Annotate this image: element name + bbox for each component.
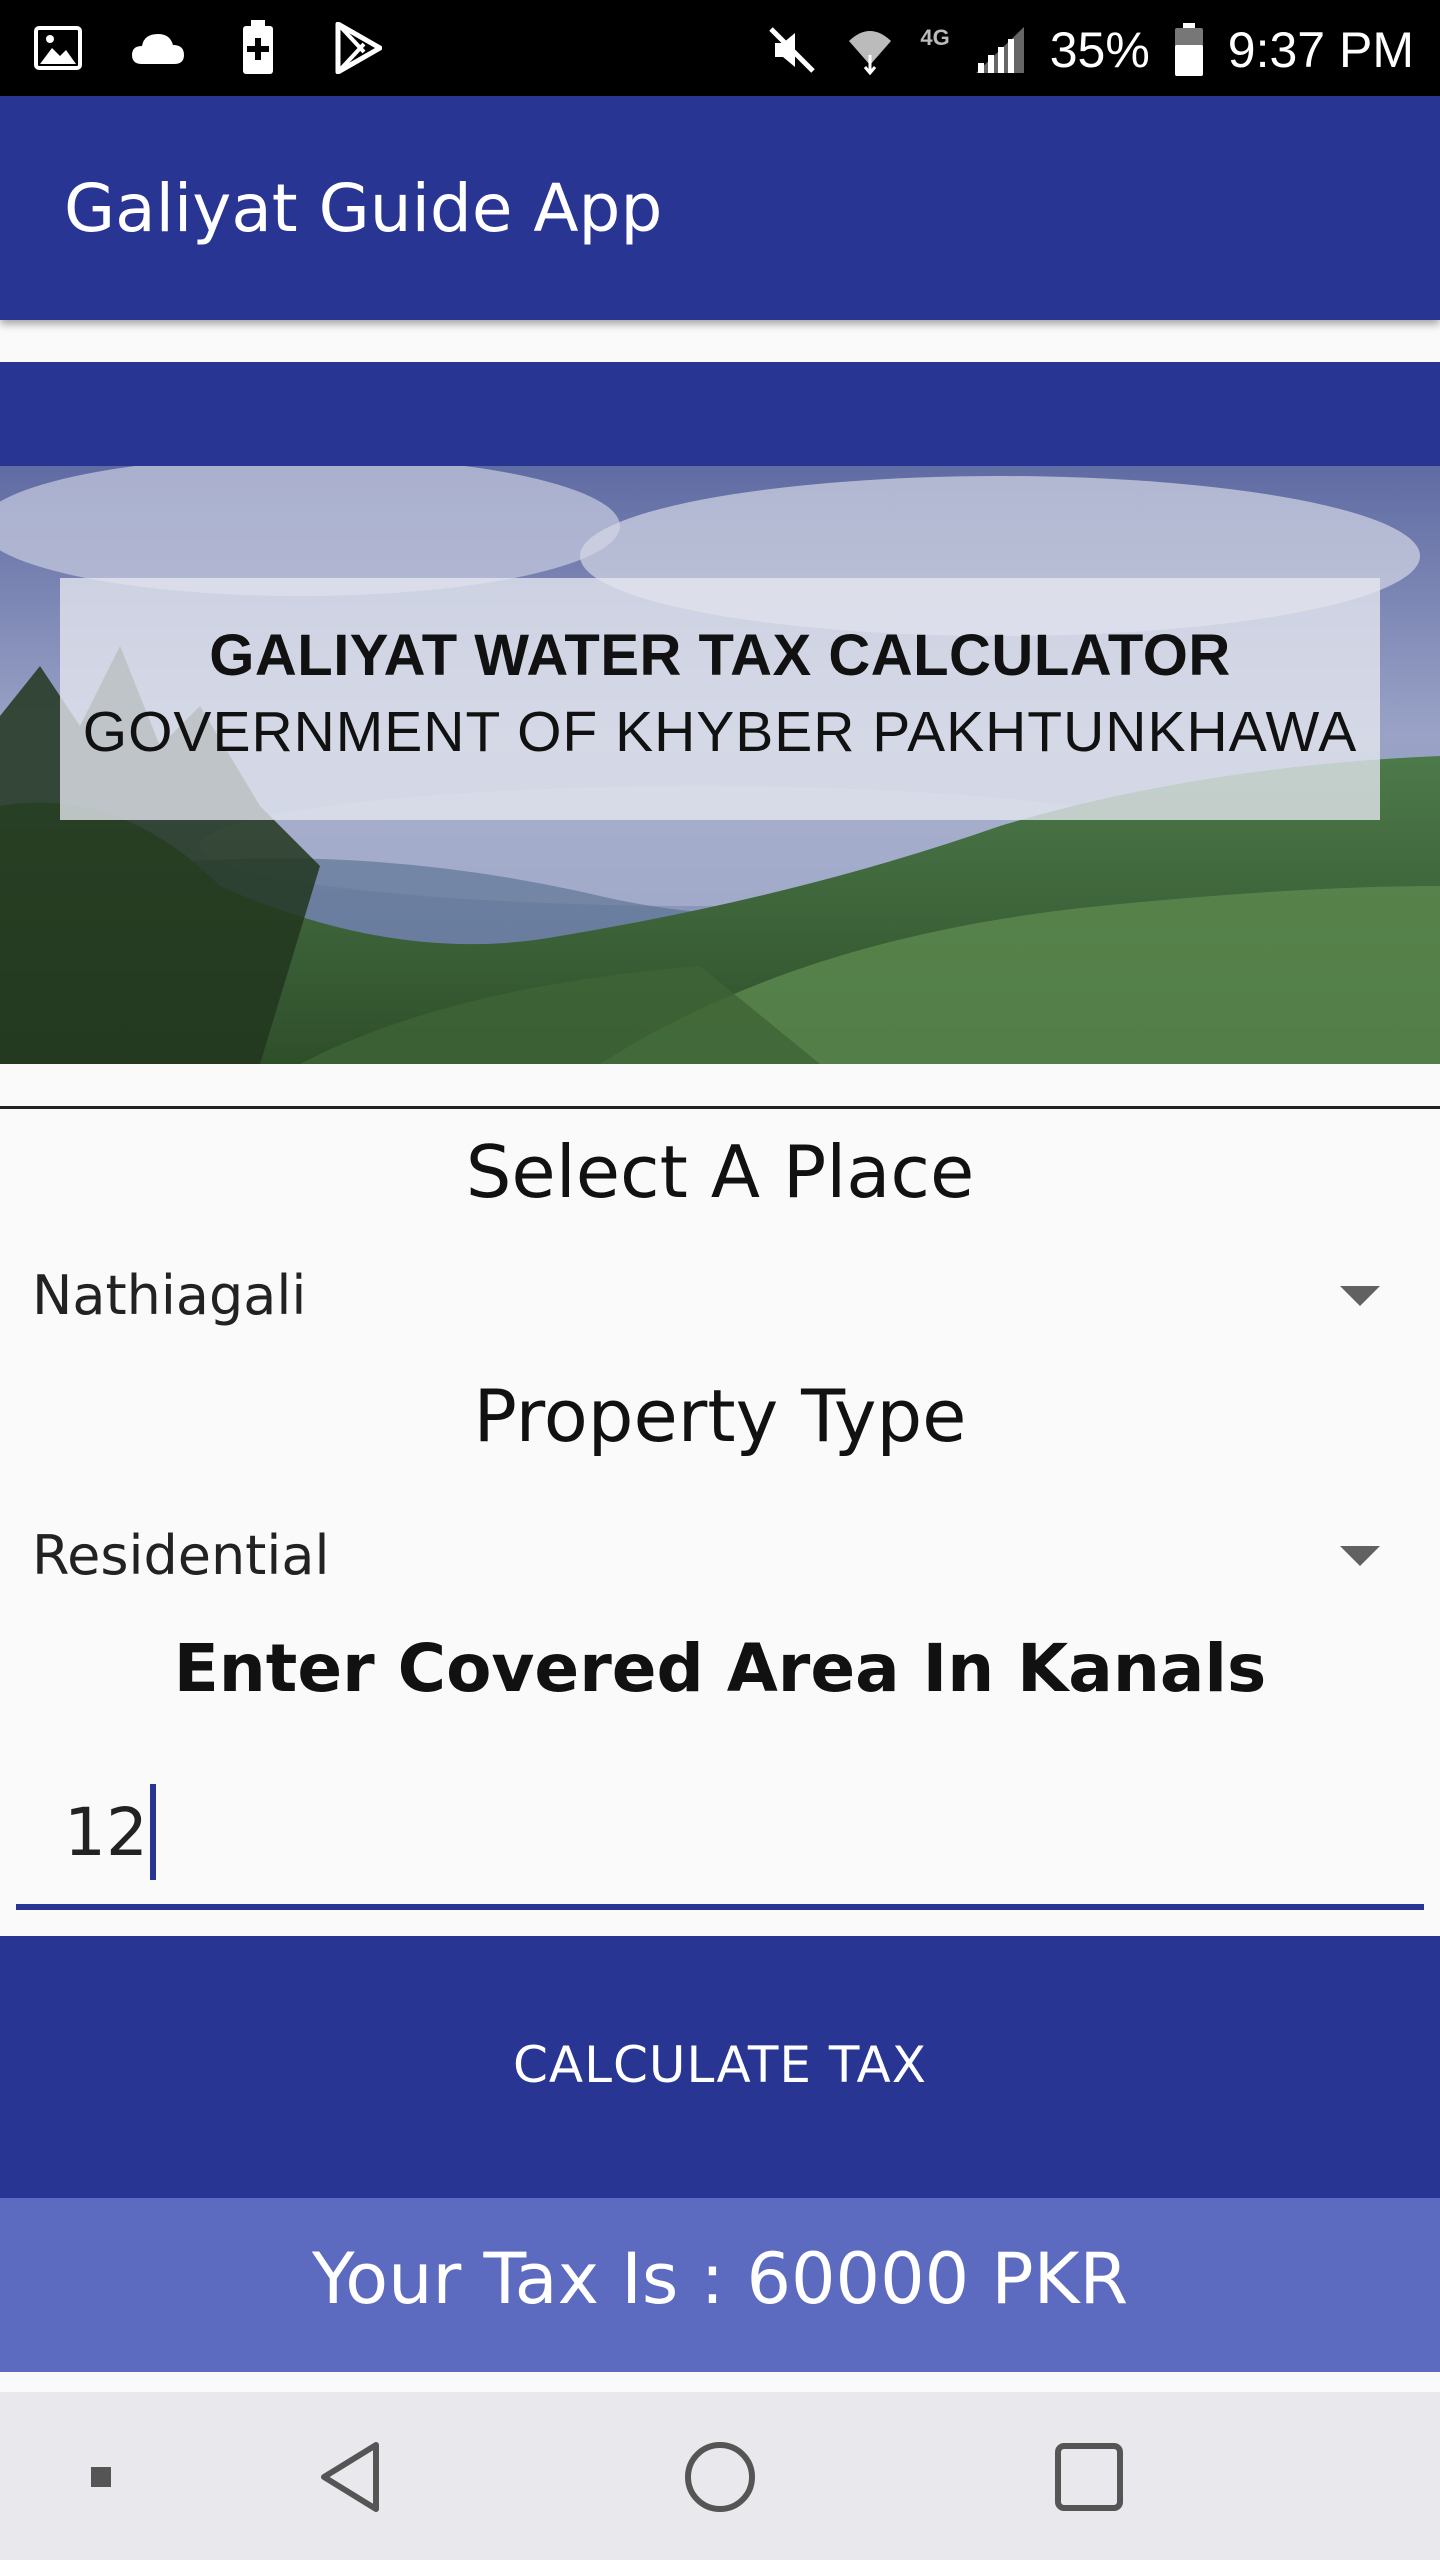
app-bar: Galiyat Guide App: [0, 96, 1440, 320]
lte-icon: 4G: [920, 25, 950, 50]
bottom-spacer: [0, 2372, 1440, 2392]
play-store-icon: [330, 20, 386, 76]
tax-result-text: Your Tax Is : 60000 PKR: [311, 2238, 1129, 2320]
recents-dot-icon[interactable]: [56, 2432, 146, 2522]
covered-area-label: Enter Covered Area In Kanals: [173, 1630, 1267, 1707]
select-place-heading: Select A Place: [465, 1130, 975, 1214]
battery-saver-icon: [230, 20, 286, 76]
property-type-spinner[interactable]: Residential: [32, 1512, 1408, 1602]
covered-area-input[interactable]: 12: [16, 1770, 1424, 1910]
home-icon[interactable]: [675, 2432, 765, 2522]
place-spinner[interactable]: Nathiagali: [32, 1252, 1408, 1342]
overview-icon[interactable]: [1044, 2432, 1134, 2522]
dropdown-arrow-icon: [1340, 1546, 1380, 1566]
gallery-icon: [30, 20, 86, 76]
wifi-icon: [842, 22, 898, 78]
text-cursor: [149, 1784, 156, 1880]
battery-percent: 35%: [1049, 22, 1150, 78]
status-bar: 4G 35% 9:37 PM: [0, 0, 1440, 96]
signal-icon: [972, 22, 1028, 78]
calculate-tax-button[interactable]: CALCULATE TAX: [0, 1936, 1440, 2198]
banner-title-panel: GALIYAT WATER TAX CALCULATOR GOVERNMENT …: [60, 578, 1380, 820]
place-selected-value: Nathiagali: [32, 1264, 307, 1327]
mute-icon: [764, 22, 820, 78]
back-icon[interactable]: [306, 2432, 396, 2522]
property-type-heading: Property Type: [473, 1374, 967, 1458]
battery-icon: [1172, 22, 1206, 78]
status-bar-left: [30, 18, 386, 78]
header-strip: [0, 362, 1440, 466]
status-bar-right: 4G 35% 9:37 PM: [764, 10, 1414, 90]
navigation-bar: [0, 2392, 1440, 2560]
app-title: Galiyat Guide App: [64, 170, 663, 247]
covered-area-value: 12: [64, 1794, 148, 1872]
dropdown-arrow-icon: [1340, 1286, 1380, 1306]
banner-title: GALIYAT WATER TAX CALCULATOR: [209, 623, 1231, 688]
section-divider: [0, 1106, 1440, 1109]
clock: 9:37 PM: [1227, 22, 1414, 78]
tax-result-banner: Your Tax Is : 60000 PKR: [0, 2198, 1440, 2372]
banner-image: GALIYAT WATER TAX CALCULATOR GOVERNMENT …: [0, 466, 1440, 1064]
property-selected-value: Residential: [32, 1524, 330, 1587]
banner-subtitle: GOVERNMENT OF KHYBER PAKHTUNKHAWA: [82, 700, 1358, 764]
cloud-icon: [130, 20, 186, 76]
calculate-tax-label: CALCULATE TAX: [513, 2036, 927, 2094]
